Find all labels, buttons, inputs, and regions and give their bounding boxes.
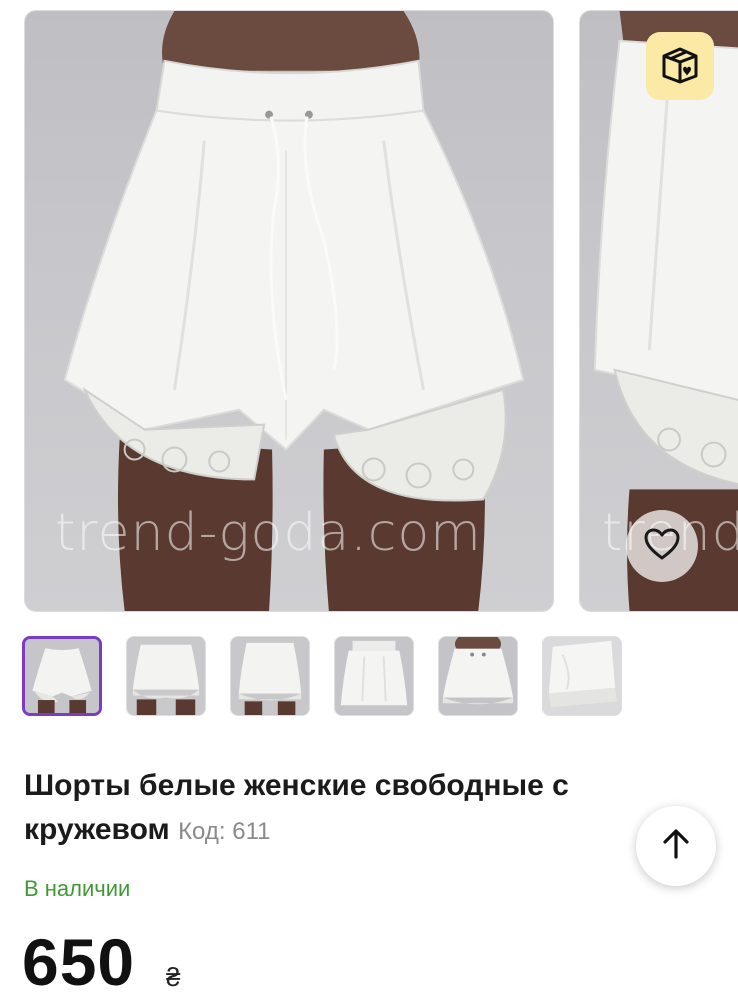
heart-outline-icon — [643, 527, 681, 566]
thumbnail-strip — [22, 636, 622, 716]
availability-status: В наличии — [24, 876, 131, 901]
thumbnail-2[interactable] — [126, 636, 206, 716]
gallery-main-image[interactable]: trend-goda.com — [24, 10, 554, 612]
thumbnail-4[interactable] — [334, 636, 414, 716]
product-title-block: Шорты белые женские свободные с кружевом… — [24, 764, 624, 854]
product-title: Шорты белые женские свободные с кружевом — [24, 769, 569, 846]
arrow-up-icon — [659, 827, 693, 866]
product-price: 650 — [22, 925, 136, 999]
thumbnail-1[interactable] — [22, 636, 102, 716]
thumbnail-5[interactable] — [438, 636, 518, 716]
gift-box-heart-icon — [660, 44, 700, 89]
thumbnail-6[interactable] — [542, 636, 622, 716]
promo-badge[interactable] — [646, 32, 714, 100]
product-gallery[interactable]: trend-goda.com trend-goda.com — [0, 0, 738, 620]
product-code: Код: 611 — [178, 818, 271, 845]
price-currency: ₴ — [166, 962, 181, 992]
thumbnail-3[interactable] — [230, 636, 310, 716]
favorite-button[interactable] — [626, 510, 698, 582]
watermark-text: trend-goda.com — [55, 503, 482, 563]
scroll-to-top-button[interactable] — [636, 806, 716, 886]
